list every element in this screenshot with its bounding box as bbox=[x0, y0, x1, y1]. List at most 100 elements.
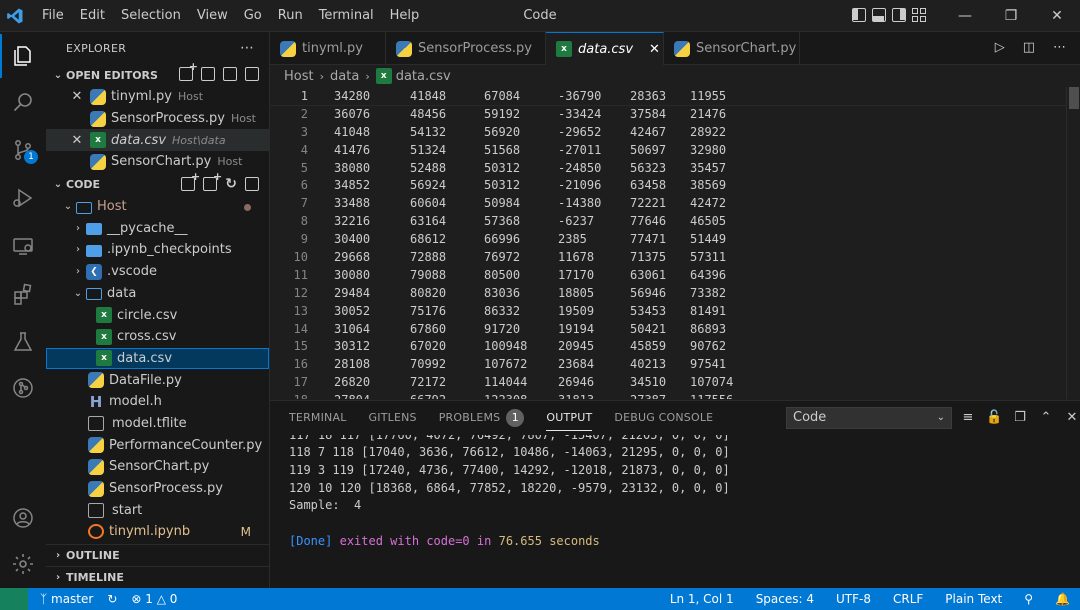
tab-data-csv[interactable]: x data.csv ✕ bbox=[546, 32, 664, 65]
save-all-icon[interactable] bbox=[223, 67, 237, 81]
menu-run[interactable]: Run bbox=[270, 0, 311, 32]
tree-file[interactable]: PerformanceCounter.py bbox=[46, 434, 269, 456]
source-control-icon[interactable]: 1 bbox=[0, 128, 46, 172]
file-encoding[interactable]: UTF-8 bbox=[836, 592, 871, 606]
more-actions-icon[interactable]: ⋯ bbox=[1053, 40, 1066, 55]
menu-go[interactable]: Go bbox=[236, 0, 270, 32]
customize-layout-icon[interactable] bbox=[912, 8, 926, 22]
breadcrumb-item[interactable]: data.csv bbox=[396, 69, 451, 84]
branch-status[interactable]: ᛉ master bbox=[40, 592, 93, 606]
tab-tinyml[interactable]: tinyml.py bbox=[270, 32, 386, 65]
tree-file[interactable]: x circle.csv bbox=[46, 304, 269, 326]
output-text[interactable]: 117 18 117 [17760, 4072, 76492, 7807, -1… bbox=[270, 435, 1080, 551]
menu-terminal[interactable]: Terminal bbox=[311, 0, 382, 32]
editor-text-area[interactable]: 1 34280 41848 67084 -36790 28363 11955 2 36076 48… bbox=[270, 87, 1080, 399]
tab-output[interactable]: OUTPUT bbox=[535, 401, 603, 435]
close-panel-icon[interactable]: ✕ bbox=[1064, 410, 1080, 425]
csv-cell: 68612 bbox=[410, 232, 447, 247]
open-editor-item[interactable]: SensorProcess.py Host bbox=[46, 108, 269, 130]
problems-status[interactable]: ⊗ 1 △ 0 bbox=[131, 592, 177, 606]
tree-folder[interactable]: › __pycache__ bbox=[46, 217, 269, 239]
tree-file-selected[interactable]: x data.csv bbox=[46, 347, 269, 370]
restore-icon[interactable]: ❐ bbox=[988, 0, 1034, 32]
scrollbar-thumb[interactable] bbox=[1069, 87, 1079, 109]
tree-folder[interactable]: ⌄ data bbox=[46, 283, 269, 305]
tree-file[interactable]: DataFile.py bbox=[46, 369, 269, 391]
search-icon[interactable] bbox=[0, 80, 46, 124]
testing-icon[interactable] bbox=[0, 320, 46, 364]
close-editor-icon[interactable]: ✕ bbox=[70, 133, 84, 148]
close-window-icon[interactable]: ✕ bbox=[1034, 0, 1080, 32]
tree-folder[interactable]: › .ipynb_checkpoints bbox=[46, 239, 269, 261]
outline-section[interactable]: › OUTLINE bbox=[46, 543, 269, 566]
feedback-icon[interactable]: ⚲ bbox=[1024, 592, 1033, 606]
lock-scroll-icon[interactable]: 🔓 bbox=[986, 410, 1002, 425]
menu-view[interactable]: View bbox=[189, 0, 236, 32]
remote-indicator-icon[interactable] bbox=[0, 588, 28, 610]
tab-sensorprocess[interactable]: SensorProcess.py bbox=[386, 32, 546, 65]
tab-debug-console[interactable]: DEBUG CONSOLE bbox=[603, 401, 724, 435]
indentation[interactable]: Spaces: 4 bbox=[756, 592, 814, 606]
minimize-icon[interactable]: — bbox=[942, 0, 988, 32]
new-untitled-file-icon[interactable] bbox=[179, 60, 198, 81]
code-workspace-section[interactable]: ⌄ CODE ↻ bbox=[46, 170, 269, 196]
tab-sensorchart[interactable]: SensorChart.py bbox=[664, 32, 800, 65]
toggle-primary-sidebar-icon[interactable] bbox=[852, 8, 866, 22]
menu-file[interactable]: File bbox=[34, 0, 72, 32]
open-editor-item-active[interactable]: ✕ x data.csv Host\data bbox=[46, 129, 269, 152]
accounts-icon[interactable] bbox=[0, 496, 46, 540]
tree-file[interactable]: x cross.csv bbox=[46, 326, 269, 348]
notifications-bell-icon[interactable]: 🔔 bbox=[1055, 592, 1070, 606]
sync-icon[interactable]: ↻ bbox=[107, 592, 117, 606]
file-name: start bbox=[112, 502, 143, 518]
maximize-panel-icon[interactable]: ⌃ bbox=[1038, 410, 1054, 425]
manage-gear-icon[interactable] bbox=[0, 542, 46, 586]
clear-output-icon[interactable]: ≡ bbox=[960, 410, 976, 425]
language-mode[interactable]: Plain Text bbox=[945, 592, 1002, 606]
end-of-line[interactable]: CRLF bbox=[893, 592, 923, 606]
open-editors-section[interactable]: ⌄ OPEN EDITORS bbox=[46, 60, 269, 86]
split-editor-icon[interactable]: ◫ bbox=[1023, 40, 1035, 55]
tree-file[interactable]: SensorChart.py bbox=[46, 456, 269, 478]
tab-gitlens[interactable]: GITLENS bbox=[358, 401, 428, 435]
run-icon[interactable]: ▷ bbox=[995, 40, 1005, 55]
explorer-icon[interactable] bbox=[0, 34, 46, 78]
tree-file[interactable]: SensorProcess.py bbox=[46, 478, 269, 500]
run-debug-icon[interactable] bbox=[0, 176, 46, 220]
tree-folder-host[interactable]: ⌄ Host bbox=[46, 196, 269, 218]
close-all-editors-icon[interactable] bbox=[245, 67, 259, 81]
menu-help[interactable]: Help bbox=[382, 0, 428, 32]
menu-edit[interactable]: Edit bbox=[72, 0, 113, 32]
remote-explorer-icon[interactable] bbox=[0, 224, 46, 268]
breadcrumb-item[interactable]: Host bbox=[284, 69, 314, 84]
tree-folder[interactable]: › ❮ .vscode bbox=[46, 261, 269, 283]
open-output-in-editor-icon[interactable]: ❐ bbox=[1012, 410, 1028, 425]
tree-file[interactable]: start bbox=[46, 499, 269, 521]
breadcrumb-item[interactable]: data bbox=[330, 69, 359, 84]
open-editor-item[interactable]: SensorChart.py Host bbox=[46, 151, 269, 173]
editor-scrollbar[interactable] bbox=[1066, 87, 1080, 399]
output-channel-select[interactable]: Code ⌄ bbox=[786, 407, 952, 429]
close-tab-icon[interactable]: ✕ bbox=[649, 42, 660, 57]
csv-cell: 19194 bbox=[558, 321, 595, 336]
gitlens-icon[interactable] bbox=[0, 366, 46, 410]
tree-file[interactable]: model.tflite bbox=[46, 413, 269, 435]
toggle-vertical-layout-icon[interactable] bbox=[201, 67, 215, 81]
more-actions-icon[interactable]: ⋯ bbox=[240, 40, 255, 56]
cursor-position[interactable]: Ln 1, Col 1 bbox=[670, 592, 734, 606]
tab-terminal[interactable]: TERMINAL bbox=[278, 401, 358, 435]
tab-problems[interactable]: PROBLEMS 1 bbox=[428, 401, 536, 435]
collapse-folders-icon[interactable] bbox=[245, 176, 259, 191]
toggle-panel-icon[interactable] bbox=[872, 8, 886, 22]
tree-file[interactable]: H model.h bbox=[46, 391, 269, 413]
timeline-section[interactable]: › TIMELINE bbox=[46, 565, 269, 588]
new-file-icon[interactable] bbox=[181, 170, 200, 191]
close-editor-icon[interactable]: ✕ bbox=[70, 89, 84, 104]
menu-selection[interactable]: Selection bbox=[113, 0, 189, 32]
extensions-icon[interactable] bbox=[0, 272, 46, 316]
open-editor-item[interactable]: ✕ tinyml.py Host bbox=[46, 86, 269, 108]
refresh-explorer-icon[interactable]: ↻ bbox=[225, 177, 237, 191]
toggle-secondary-sidebar-icon[interactable] bbox=[892, 8, 906, 22]
new-folder-icon[interactable] bbox=[203, 170, 222, 191]
tree-file[interactable]: tinyml.ipynb M bbox=[46, 521, 269, 543]
